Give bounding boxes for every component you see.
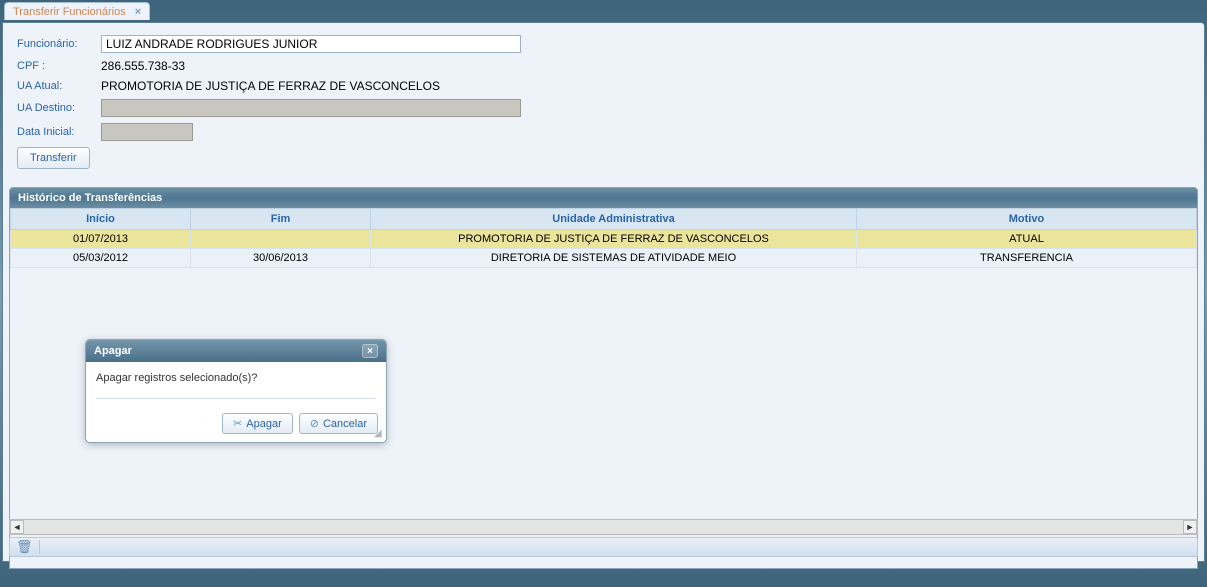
scroll-right-icon[interactable]: ► xyxy=(1183,520,1197,534)
cell-motivo: TRANSFERENCIA xyxy=(857,249,1197,268)
cell-unidade: DIRETORIA DE SISTEMAS DE ATIVIDADE MEIO xyxy=(371,249,857,268)
col-motivo[interactable]: Motivo xyxy=(857,209,1197,230)
col-inicio[interactable]: Início xyxy=(11,209,191,230)
cell-unidade: PROMOTORIA DE JUSTIÇA DE FERRAZ DE VASCO… xyxy=(371,230,857,249)
dialog-buttons: ✂ Apagar ⊘ Cancelar xyxy=(86,413,386,442)
cell-fim xyxy=(191,230,371,249)
col-fim[interactable]: Fim xyxy=(191,209,371,230)
label-ua-destino: UA Destino: xyxy=(17,102,101,114)
cpf-value: 286.555.738-33 xyxy=(101,59,185,73)
col-unidade[interactable]: Unidade Administrativa xyxy=(371,209,857,230)
horizontal-scrollbar[interactable]: ◄ ► xyxy=(9,519,1198,535)
history-title: Histórico de Transferências xyxy=(10,188,1197,208)
cancelar-button[interactable]: ⊘ Cancelar xyxy=(299,413,378,434)
scissors-icon: ✂ xyxy=(233,417,242,430)
dialog-separator xyxy=(96,398,376,399)
close-icon[interactable]: × xyxy=(135,6,141,18)
tab-label: Transferir Funcionários xyxy=(13,6,126,18)
scroll-left-icon[interactable]: ◄ xyxy=(10,520,24,534)
cell-motivo: ATUAL xyxy=(857,230,1197,249)
dialog-body: Apagar registros selecionado(s)? xyxy=(86,362,386,413)
tab-transferir-funcionarios[interactable]: Transferir Funcionários × xyxy=(4,2,150,20)
apagar-button[interactable]: ✂ Apagar xyxy=(222,413,293,434)
tab-strip: Transferir Funcionários × xyxy=(0,0,1207,22)
apagar-button-label: Apagar xyxy=(246,418,281,430)
ua-atual-value: PROMOTORIA DE JUSTIÇA DE FERRAZ DE VASCO… xyxy=(101,79,440,93)
table-row[interactable]: 01/07/2013 PROMOTORIA DE JUSTIÇA DE FERR… xyxy=(11,230,1197,249)
label-ua-atual: UA Atual: xyxy=(17,80,101,92)
apagar-dialog: Apagar × Apagar registros selecionado(s)… xyxy=(85,339,387,443)
label-funcionario: Funcionário: xyxy=(17,38,101,50)
cancelar-button-label: Cancelar xyxy=(323,418,367,430)
bottom-toolbar: 🗑 xyxy=(9,537,1198,557)
dialog-title: Apagar xyxy=(94,345,132,357)
dialog-message: Apagar registros selecionado(s)? xyxy=(96,372,257,384)
label-data-inicial: Data Inicial: xyxy=(17,126,101,138)
table-header-row: Início Fim Unidade Administrativa Motivo xyxy=(11,209,1197,230)
close-icon[interactable]: × xyxy=(362,344,378,358)
toolbar-separator xyxy=(39,540,40,554)
cell-fim: 30/06/2013 xyxy=(191,249,371,268)
cell-inicio: 05/03/2012 xyxy=(11,249,191,268)
ua-destino-input[interactable] xyxy=(101,99,521,117)
resize-grip-icon[interactable]: ◢ xyxy=(374,430,384,440)
main-panel: Funcionário: CPF : 286.555.738-33 UA Atu… xyxy=(2,22,1205,562)
label-cpf: CPF : xyxy=(17,60,101,72)
cell-inicio: 01/07/2013 xyxy=(11,230,191,249)
form-area: Funcionário: CPF : 286.555.738-33 UA Atu… xyxy=(3,23,1204,175)
trash-icon[interactable]: 🗑 xyxy=(16,539,33,555)
history-table: Início Fim Unidade Administrativa Motivo… xyxy=(10,208,1197,268)
transferir-button[interactable]: Transferir xyxy=(17,147,90,169)
table-row[interactable]: 05/03/2012 30/06/2013 DIRETORIA DE SISTE… xyxy=(11,249,1197,268)
funcionario-input[interactable] xyxy=(101,35,521,53)
cancel-icon: ⊘ xyxy=(310,417,319,430)
data-inicial-input[interactable] xyxy=(101,123,193,141)
dialog-header[interactable]: Apagar × xyxy=(86,340,386,362)
